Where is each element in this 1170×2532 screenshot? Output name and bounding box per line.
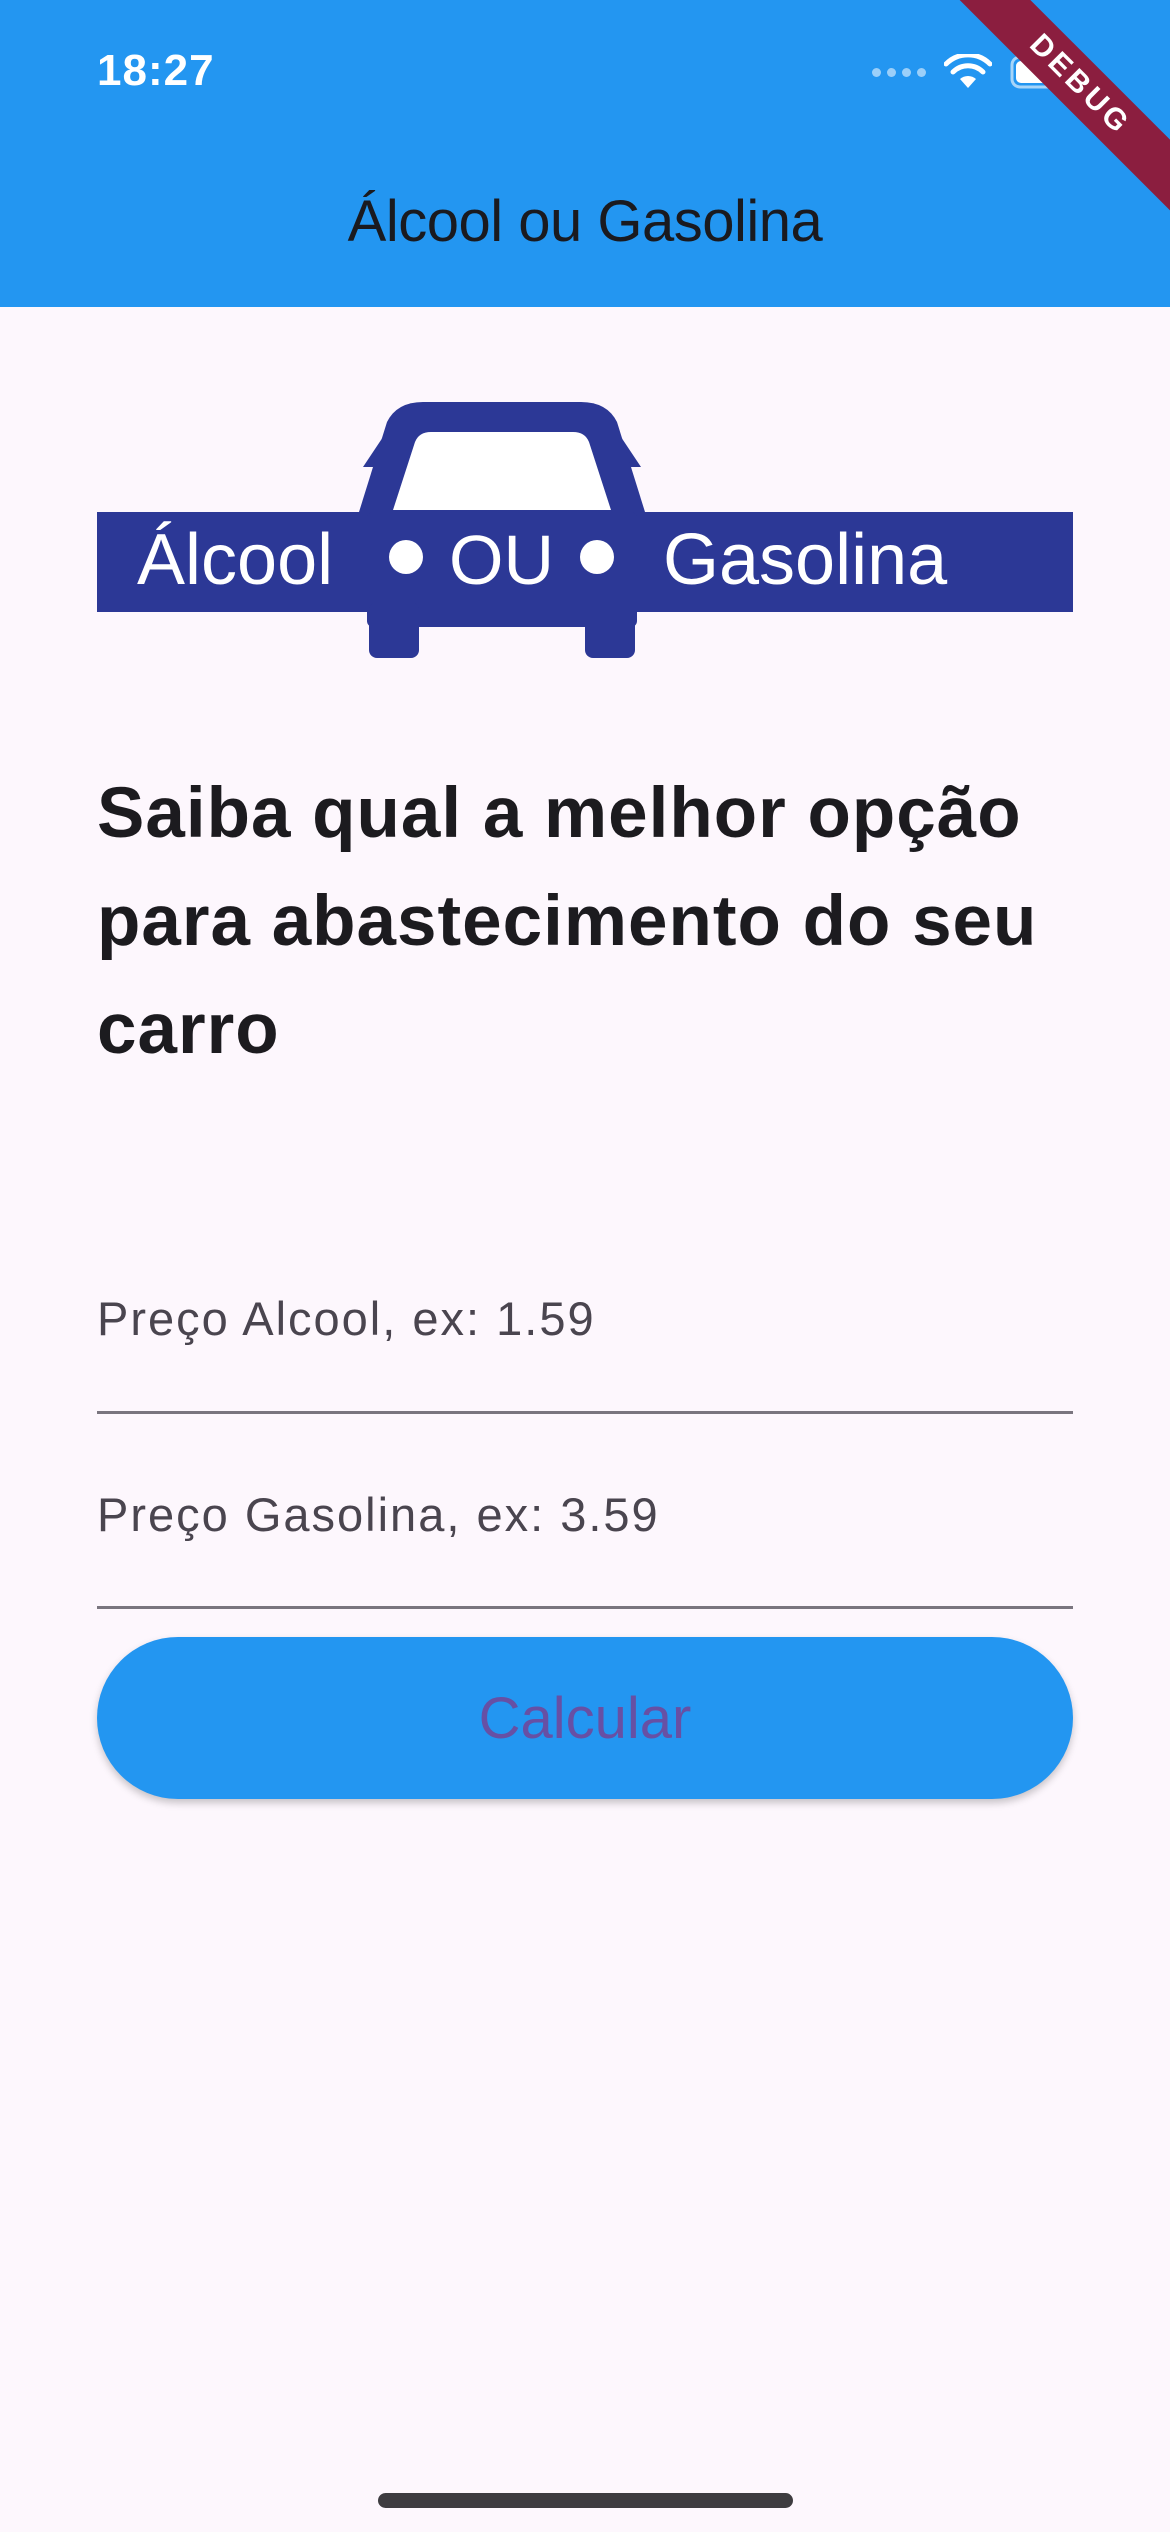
wifi-icon — [944, 54, 992, 88]
alcool-price-field — [97, 1280, 1073, 1414]
headline: Saiba qual a melhor opção para abastecim… — [97, 774, 1038, 1069]
app-screen: 18:27 Álcool ou Gasolina DEBUG Álcool OU… — [0, 0, 1170, 2532]
status-time: 18:27 — [97, 46, 215, 95]
app-bar-title: Álcool ou Gasolina — [347, 189, 823, 254]
calculate-button-label: Calcular — [478, 1685, 692, 1751]
gasolina-price-input[interactable] — [97, 1476, 1073, 1552]
cellular-signal-icon — [872, 67, 926, 77]
app-bar: 18:27 Álcool ou Gasolina — [0, 0, 1170, 307]
logo-word-ou: OU — [449, 521, 554, 599]
gasolina-price-field — [97, 1476, 1073, 1609]
alcool-price-input[interactable] — [97, 1280, 1073, 1356]
logo-word-alcool: Álcool — [137, 520, 333, 600]
logo-word-gasolina: Gasolina — [663, 520, 948, 600]
home-indicator[interactable] — [378, 2493, 793, 2508]
calculate-button[interactable]: Calcular — [97, 1637, 1073, 1799]
alcool-ou-gasolina-logo: Álcool OU Gasolina — [97, 402, 1073, 658]
